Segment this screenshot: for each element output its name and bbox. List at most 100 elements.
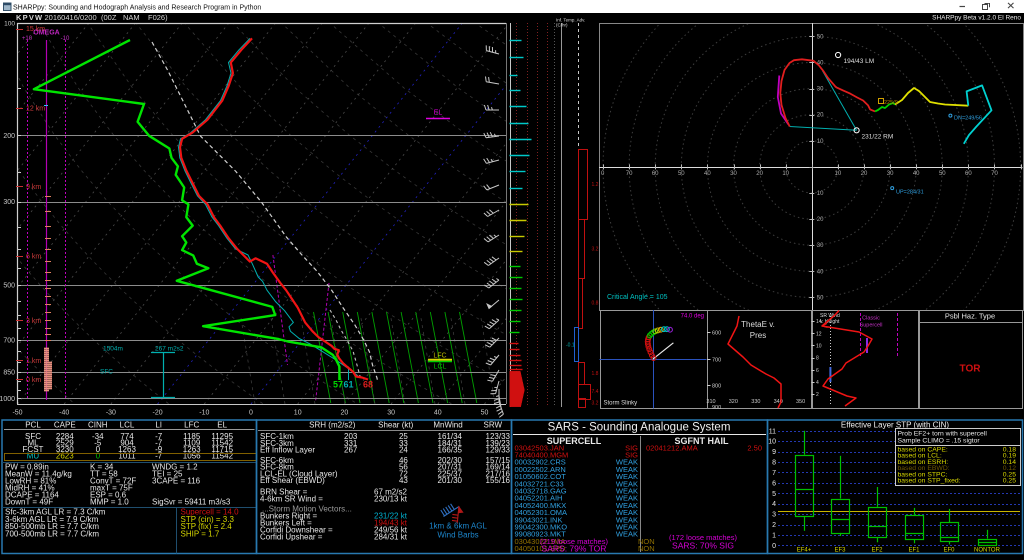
svg-text:40: 40 <box>704 171 711 177</box>
svg-text:0: 0 <box>249 410 253 417</box>
svg-text:SHARPpy: Sounding and Hodograp: SHARPpy: Sounding and Hodograph Analysis… <box>13 4 261 11</box>
svg-text:02041212.AMA: 02041212.AMA <box>646 443 698 452</box>
svg-text:10: 10 <box>817 191 824 197</box>
svg-text:50: 50 <box>678 171 685 177</box>
svg-text:201/30: 201/30 <box>438 476 463 485</box>
svg-text:14: 14 <box>816 319 822 325</box>
svg-text:SHARPpy Beta v1.2.0 El Reno: SHARPpy Beta v1.2.0 El Reno <box>932 15 1021 22</box>
svg-text:7.4: 7.4 <box>592 389 599 395</box>
svg-text:20160416/0200: 20160416/0200 <box>45 13 97 22</box>
svg-text:900: 900 <box>712 405 721 411</box>
svg-text:1km & 6km AGL: 1km & 6km AGL <box>429 522 487 531</box>
svg-text:12: 12 <box>816 331 822 337</box>
svg-text:700: 700 <box>712 358 721 364</box>
svg-text:SRW: SRW <box>484 421 503 430</box>
svg-text:MnWind: MnWind <box>433 421 462 430</box>
svg-text:20: 20 <box>756 171 763 177</box>
svg-text:74.0 deg: 74.0 deg <box>681 314 704 320</box>
svg-text:UP=284/31: UP=284/31 <box>896 190 924 196</box>
svg-text:4-6km SR Wind =: 4-6km SR Wind = <box>260 495 323 504</box>
svg-text:9: 9 <box>772 449 776 456</box>
svg-text:166/35: 166/35 <box>438 446 463 455</box>
svg-text:LFC: LFC <box>433 352 446 359</box>
svg-text:10: 10 <box>816 344 822 350</box>
svg-text:8: 8 <box>772 460 776 467</box>
svg-text:Prob EF2+ torn with supercell: Prob EF2+ torn with supercell <box>898 431 988 438</box>
svg-text:LCL: LCL <box>434 363 447 370</box>
svg-text:100: 100 <box>4 20 15 27</box>
svg-text:Shear (kt): Shear (kt) <box>378 421 413 430</box>
svg-text:10: 10 <box>782 171 789 177</box>
svg-text:EL: EL <box>217 421 227 430</box>
svg-text:LCL: LCL <box>120 421 135 430</box>
svg-text:KPVW: KPVW <box>16 13 43 22</box>
svg-text:NON: NON <box>638 544 655 553</box>
svg-text:10: 10 <box>835 171 842 177</box>
svg-text:CINH: CINH <box>88 421 108 430</box>
svg-text:350: 350 <box>796 399 805 405</box>
svg-text:3.2: 3.2 <box>592 246 599 252</box>
svg-text:MU: MU <box>27 452 40 461</box>
svg-text:EL: EL <box>434 110 443 117</box>
svg-text:EF2: EF2 <box>871 548 883 554</box>
svg-text:-10: -10 <box>61 36 70 42</box>
svg-text:3: 3 <box>772 512 776 519</box>
svg-text:24: 24 <box>399 446 408 455</box>
svg-text:60: 60 <box>652 171 659 177</box>
svg-text:SARS: 79% TOR: SARS: 79% TOR <box>542 544 607 554</box>
svg-text:1.8: 1.8 <box>592 371 599 377</box>
svg-text:4: 4 <box>816 380 819 386</box>
svg-text:SRH (m2/s2): SRH (m2/s2) <box>309 421 356 430</box>
svg-text:194/43 LM: 194/43 LM <box>844 58 875 65</box>
svg-text:SARS - Sounding Analogue Syste: SARS - Sounding Analogue System <box>548 422 731 434</box>
svg-text:2.50: 2.50 <box>747 443 762 452</box>
svg-text:68: 68 <box>363 380 373 390</box>
svg-text:EF3: EF3 <box>834 548 846 554</box>
svg-text:MMP = 1.0: MMP = 1.0 <box>90 498 129 507</box>
svg-text:Eff Inflow Layer: Eff Inflow Layer <box>260 446 315 455</box>
svg-text:40: 40 <box>817 269 824 275</box>
svg-text:30: 30 <box>817 243 824 249</box>
svg-text:2: 2 <box>816 392 819 398</box>
svg-text:Storm Slinky: Storm Slinky <box>604 401 638 407</box>
svg-text:267: 267 <box>344 446 358 455</box>
svg-text:Supercell: Supercell <box>860 323 883 329</box>
svg-text:SHIP = 1.7: SHIP = 1.7 <box>181 529 220 538</box>
svg-text:225/9: 225/9 <box>884 100 898 106</box>
svg-text:700: 700 <box>3 338 15 345</box>
svg-text:0 km: 0 km <box>26 377 41 384</box>
svg-text:SFC: SFC <box>100 369 113 376</box>
svg-text:57: 57 <box>333 380 343 390</box>
svg-text:Eff Shear (EBWD): Eff Shear (EBWD) <box>260 476 325 485</box>
svg-text:6: 6 <box>816 368 819 374</box>
svg-text:600: 600 <box>712 331 721 337</box>
svg-text:267 m2s2: 267 m2s2 <box>155 346 184 353</box>
svg-text:0: 0 <box>96 452 101 461</box>
svg-text:20: 20 <box>341 410 349 417</box>
svg-text:50: 50 <box>939 171 946 177</box>
svg-text:5: 5 <box>772 491 776 498</box>
svg-text:1 km: 1 km <box>26 358 41 365</box>
svg-text:231/22 RM: 231/22 RM <box>862 134 894 141</box>
svg-text:2: 2 <box>772 522 776 529</box>
svg-text:8: 8 <box>816 356 819 362</box>
svg-text:4: 4 <box>772 501 776 508</box>
svg-text:(00Z: (00Z <box>101 13 117 22</box>
svg-text:-30: -30 <box>106 410 116 417</box>
svg-text:11: 11 <box>769 428 776 435</box>
svg-text:3 km: 3 km <box>26 318 41 325</box>
svg-text:LI: LI <box>155 421 162 430</box>
svg-text:EF1: EF1 <box>908 548 920 554</box>
svg-text:1011: 1011 <box>118 452 136 461</box>
svg-text:800: 800 <box>712 384 721 390</box>
svg-text:-7: -7 <box>155 452 163 461</box>
svg-text:700-500mb LR = 7.7 C/km: 700-500mb LR = 7.7 C/km <box>5 529 99 538</box>
svg-text:20: 20 <box>817 217 824 223</box>
svg-text:10: 10 <box>768 439 776 446</box>
svg-text:0.25: 0.25 <box>1003 478 1016 485</box>
svg-text:3CAPE = 116: 3CAPE = 116 <box>152 477 201 486</box>
svg-text:50: 50 <box>481 410 489 417</box>
svg-text:SigSvr = 59411 m3/s3: SigSvr = 59411 m3/s3 <box>152 498 231 507</box>
svg-text:30: 30 <box>817 87 824 93</box>
svg-text:-40: -40 <box>59 410 69 417</box>
